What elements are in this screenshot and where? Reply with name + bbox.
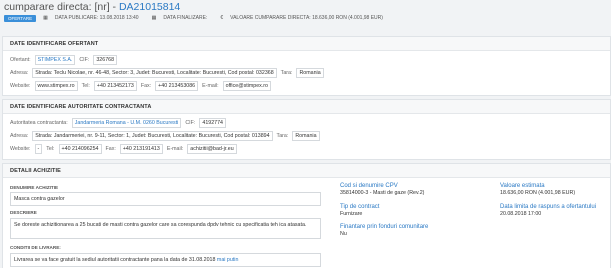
status-badge: OFERTARE (4, 14, 37, 22)
autoritate-card: DATE IDENTIFICARE AUTORITATE CONTRACTANT… (2, 99, 611, 160)
email-label: E-mail: (202, 83, 219, 89)
descriere-label: DESCRIERE (10, 210, 37, 215)
calendar-icon: ▦ (151, 15, 157, 21)
mai-putin-link[interactable]: mai putin (217, 257, 239, 263)
termen-block: Data limita de raspuns a ofertantului 20… (500, 204, 596, 217)
cif-value: 4192774 (199, 118, 226, 128)
fonduri-value: Nu (340, 231, 347, 237)
denumire-label: DENUMIRE ACHIZITIE (10, 185, 59, 190)
header-meta: OFERTARE ▦ DATA PUBLICARE: 13.08.2018 13… (4, 14, 383, 22)
tip-title: Tip de contract (340, 204, 380, 210)
cif-value: 326768 (93, 55, 118, 65)
conditii-label: CONDITII DE LIVRARE: (10, 245, 61, 250)
autoritate-section-title: DATE IDENTIFICARE AUTORITATE CONTRACTANT… (3, 100, 610, 114)
cpv-value: 35814000-3 - Masti de gaze (Rev.2) (340, 190, 425, 196)
valoare-block: Valoare estimata 18.636,00 RON (4.001,98… (500, 183, 575, 196)
termen-value: 20.08.2018 17:00 (500, 211, 542, 217)
autoritate-link[interactable]: Jandarmeria Romana - U.M. 0260 Bucuresti (71, 118, 182, 128)
website-value[interactable]: www.stimpex.ro (34, 81, 78, 91)
conditii-field: Livrarea se va face gratuit la sediul au… (10, 253, 321, 267)
title-prefix: cumparare directa: [nr] - (4, 1, 119, 13)
website-label: Website: (10, 146, 31, 152)
autoritate-contact-row: Website: - Tel: +40 214096254 Fax: +40 2… (10, 144, 237, 154)
tara-value: Romania (296, 68, 324, 78)
tel-label: Tel: (81, 83, 90, 89)
page-title: cumparare directa: [nr] - DA21015814 (4, 1, 180, 13)
tel-label: Tel: (46, 146, 55, 152)
ofertant-link[interactable]: STIMPEX S.A. (34, 55, 76, 65)
data-publicare: DATA PUBLICARE: 13.08.2018 13:40 (54, 15, 139, 21)
autoritate-adresa-row: Adresa: Strada: Jandarmeriei, nr. 9-11, … (10, 131, 320, 141)
fax-value: +40 213453086 (155, 81, 199, 91)
tara-value: Romania (292, 131, 320, 141)
conditii-text: Livrarea se va face gratuit la sediul au… (14, 257, 216, 263)
page-header: cumparare directa: [nr] - DA21015814 OFE… (0, 0, 611, 24)
ofertant-label: Ofertant: (10, 57, 31, 63)
valoare-title: Valoare estimata (500, 183, 545, 189)
autoritate-label: Autoritatea contractanta: (10, 120, 68, 126)
email-value[interactable]: office@stimpex.ro (222, 81, 271, 91)
adresa-label: Adresa: (10, 70, 29, 76)
title-code: DA21015814 (118, 1, 181, 13)
calendar-icon: ▦ (43, 15, 48, 21)
tara-label: Tara: (276, 133, 289, 139)
denumire-field: Masca contra gazelor (10, 192, 321, 206)
achizitie-section-title: DETALII ACHIZITIE (3, 164, 610, 178)
cpv-block: Cod si denumire CPV 35814000-3 - Masti d… (340, 183, 424, 196)
tel-value: +40 213452173 (93, 81, 137, 91)
valoare-value: 18.636,00 RON (4.001,98 EUR) (500, 190, 576, 196)
email-label: E-mail: (166, 146, 184, 152)
ofertant-card: DATE IDENTIFICARE OFERTANT Ofertant: STI… (2, 36, 611, 96)
fax-label: Fax: (140, 83, 152, 89)
autoritate-row: Autoritatea contractanta: Jandarmeria Ro… (10, 118, 226, 128)
adresa-value: Strada: Teclu Nicolae, nr. 46-48, Sector… (32, 68, 277, 78)
email-value[interactable]: achizitii@bad-jr.eu (187, 144, 237, 154)
achizitie-card: DETALII ACHIZITIE DENUMIRE ACHIZITIE Mas… (2, 163, 611, 268)
fonduri-title: Finantare prin fonduri comunitare (340, 224, 429, 230)
ofertant-row: Ofertant: STIMPEX S.A. CIF: 326768 (10, 55, 118, 65)
descriere-field: Se doreste achizitionarea a 25 bucati de… (10, 218, 321, 239)
adresa-value: Strada: Jandarmeriei, nr. 9-11, Sector: … (32, 131, 273, 141)
fax-label: Fax: (105, 146, 116, 152)
cif-label: CIF: (185, 120, 196, 126)
tip-block: Tip de contract Furnizare (340, 204, 379, 217)
tip-value: Furnizare (340, 211, 363, 217)
tara-label: Tara: (280, 70, 293, 76)
fax-value: +40 213191413 (119, 144, 163, 154)
cpv-title: Cod si denumire CPV (340, 183, 398, 189)
adresa-label: Adresa: (10, 133, 29, 139)
termen-title: Data limita de raspuns a ofertantului (500, 204, 597, 210)
website-label: Website: (10, 83, 31, 89)
fonduri-block: Finantare prin fonduri comunitare Nu (340, 224, 428, 237)
ofertant-adresa-row: Adresa: Strada: Teclu Nicolae, nr. 46-48… (10, 68, 324, 78)
data-finalizare: DATA FINALIZARE: (163, 15, 208, 21)
ofertant-contact-row: Website: www.stimpex.ro Tel: +40 2134521… (10, 81, 271, 91)
valoare-cumparare: VALOARE CUMPARARE DIRECTA: 18.636,00 RON… (230, 15, 383, 21)
ofertant-section-title: DATE IDENTIFICARE OFERTANT (3, 37, 610, 51)
tel-value: +40 214096254 (58, 144, 102, 154)
currency-icon: € (220, 15, 224, 21)
cif-label: CIF: (79, 57, 90, 63)
website-value: - (34, 144, 43, 154)
